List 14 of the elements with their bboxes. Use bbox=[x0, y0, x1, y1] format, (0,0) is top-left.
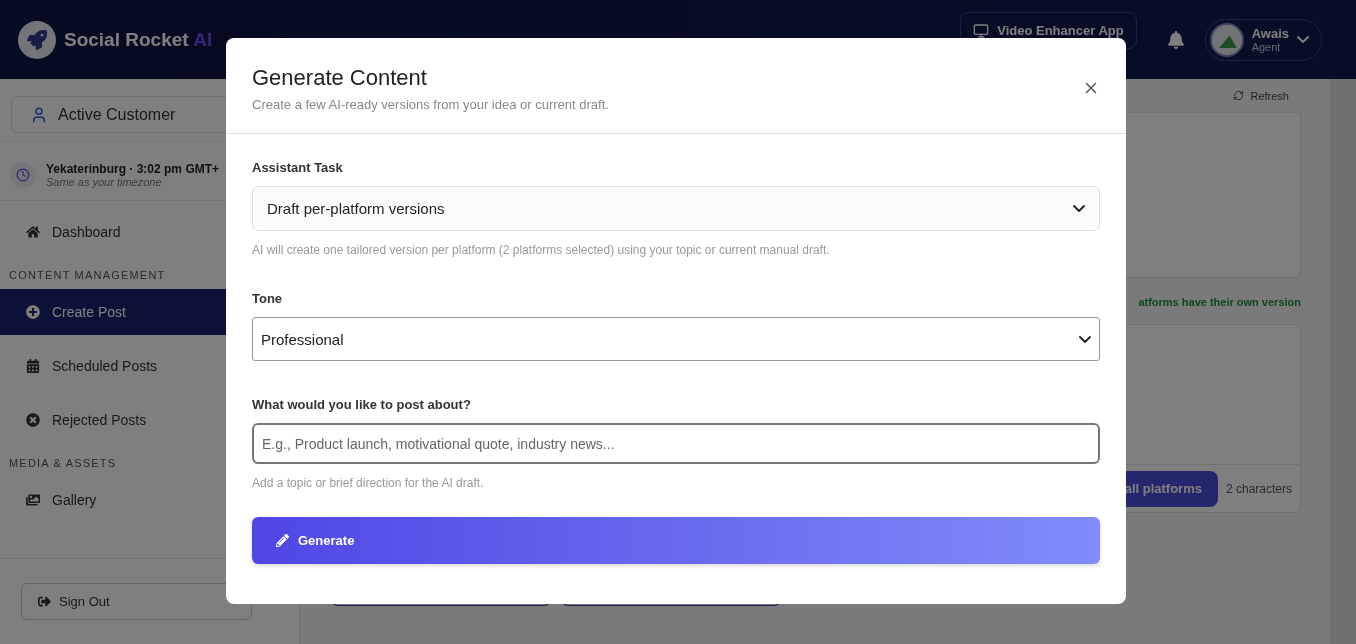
section-heading: MEDIA & ASSETS bbox=[8, 456, 118, 471]
timezone-note: Same as your timezone bbox=[46, 176, 163, 188]
modal-subtitle: Create a few AI-ready versions from your idea or current draft. bbox=[252, 97, 609, 112]
brand-name: Social Rocket AI bbox=[64, 28, 214, 51]
timezone-text: Yekaterinburg · 3:02 pm GMT+ bbox=[46, 162, 220, 176]
field-hint: Add a topic or brief direction for the AI draft. bbox=[252, 476, 485, 490]
modal-title: Generate Content bbox=[252, 65, 428, 91]
field-hint: AI will create one tailored version per platform (2 platforms selected) using your topic or current manual draft. bbox=[252, 243, 831, 257]
field-label: What would you like to post about? bbox=[252, 397, 472, 412]
section-heading: CONTENT MANAGEMENT bbox=[8, 268, 167, 283]
field-label: Tone bbox=[252, 291, 284, 306]
status-text: atforms have their own version bbox=[1138, 296, 1301, 308]
character-count: 2 characters bbox=[1225, 481, 1292, 496]
field-label: Assistant Task bbox=[252, 160, 344, 175]
